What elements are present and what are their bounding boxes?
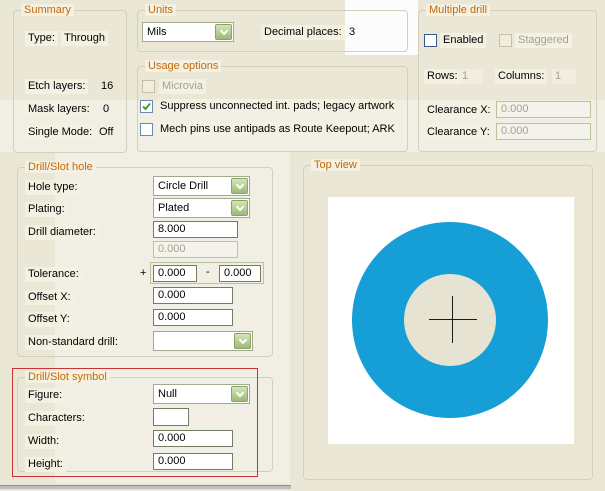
units-group-title: Units: [145, 4, 177, 16]
tolerance-minus-sign: -: [206, 266, 210, 278]
symbol-height-field[interactable]: 0.000: [153, 453, 233, 470]
chevron-down-icon: [235, 180, 244, 189]
non-standard-drill-label: Non-standard drill:: [25, 335, 121, 350]
symbol-width-field[interactable]: 0.000: [153, 430, 233, 447]
single-mode-value: Off: [99, 126, 114, 138]
hole-type-label: Hole type:: [25, 180, 81, 195]
figure-value: Null: [158, 388, 177, 400]
hole-type-dropdown[interactable]: Circle Drill: [153, 176, 250, 196]
columns-value[interactable]: 1: [552, 69, 576, 84]
hole-type-value: Circle Drill: [158, 180, 209, 192]
characters-label: Characters:: [25, 411, 88, 426]
microvia-checkbox[interactable]: [142, 80, 155, 93]
plating-dropdown[interactable]: Plated: [153, 198, 250, 218]
characters-field[interactable]: [153, 408, 189, 426]
crosshair-horizontal-line: [429, 319, 477, 320]
mask-layers-value: 0: [103, 103, 110, 115]
tolerance-plus-field[interactable]: 0.000: [153, 265, 197, 282]
rows-value[interactable]: 1: [459, 69, 483, 84]
suppress-unconnected-label: Suppress unconnected int. pads; legacy a…: [157, 99, 398, 114]
summary-group-title: Summary: [21, 4, 75, 16]
offset-y-field[interactable]: 0.000: [153, 309, 233, 326]
chevron-down-icon: [238, 335, 247, 344]
symbol-width-label: Width:: [25, 434, 63, 449]
type-label: Type:: [25, 31, 58, 46]
clearance-y-field[interactable]: 0.000: [496, 123, 591, 140]
figure-dropdown-button[interactable]: [231, 386, 248, 402]
offset-y-label: Offset Y:: [25, 312, 73, 327]
tolerance-label: Tolerance:: [25, 267, 82, 282]
top-view-group-title: Top view: [311, 159, 360, 171]
figure-dropdown[interactable]: Null: [153, 384, 250, 404]
mech-pins-checkbox[interactable]: [140, 123, 153, 136]
multiple-drill-group-title: Multiple drill: [426, 4, 491, 16]
chevron-down-icon: [219, 26, 228, 35]
mask-layers-label: Mask layers:: [25, 102, 93, 117]
multiple-drill-enabled-checkbox[interactable]: [424, 34, 437, 47]
tolerance-minus-field[interactable]: 0.000: [219, 265, 261, 282]
mech-pins-label: Mech pins use antipads as Route Keepout;…: [157, 122, 398, 137]
etch-layers-label: Etch layers:: [25, 79, 89, 94]
offset-x-field[interactable]: 0.000: [153, 287, 233, 304]
offset-x-label: Offset X:: [25, 290, 74, 305]
staggered-checkbox[interactable]: [499, 34, 512, 47]
drill-hole-circle: [404, 274, 496, 366]
figure-label: Figure:: [25, 388, 66, 403]
non-standard-drill-dropdown-button[interactable]: [234, 333, 251, 349]
suppress-unconnected-checkbox[interactable]: [140, 100, 153, 113]
clearance-x-field[interactable]: 0.000: [496, 101, 591, 118]
units-dropdown[interactable]: Mils: [142, 22, 234, 42]
columns-label: Columns:: [495, 69, 548, 84]
staggered-label: Staggered: [515, 33, 572, 48]
checkmark-icon: [142, 102, 151, 111]
drill-slot-hole-group-title: Drill/Slot hole: [25, 161, 96, 173]
padstack-parameters-panel: Summary Type: Through Etch layers: 16 Ma…: [0, 0, 605, 491]
usage-options-group-title: Usage options: [145, 60, 222, 72]
symbol-height-label: Height:: [25, 457, 66, 472]
type-value: Through: [61, 31, 108, 46]
hole-type-dropdown-button[interactable]: [231, 178, 248, 194]
clearance-x-label: Clearance X:: [424, 103, 494, 118]
bottom-panel-edge: [0, 485, 291, 489]
clearance-y-label: Clearance Y:: [424, 125, 493, 140]
chevron-down-icon: [235, 388, 244, 397]
etch-layers-value: 16: [101, 80, 114, 92]
drill-diameter-label: Drill diameter:: [25, 225, 99, 240]
drill-slot-symbol-group-title: Drill/Slot symbol: [25, 371, 110, 383]
tolerance-plus-sign: +: [140, 267, 147, 279]
decimal-places-value: 3: [349, 26, 356, 38]
rows-label: Rows:: [424, 69, 461, 84]
plating-label: Plating:: [25, 202, 68, 217]
plating-dropdown-button[interactable]: [231, 200, 248, 216]
units-dropdown-value: Mils: [147, 26, 167, 38]
non-standard-drill-dropdown[interactable]: [153, 331, 253, 351]
chevron-down-icon: [235, 202, 244, 211]
drill-diameter-field[interactable]: 8.000: [153, 221, 238, 238]
slot-length-field[interactable]: 0.000: [153, 241, 238, 258]
decimal-places-label: Decimal places:: [261, 25, 345, 40]
microvia-label: Microvia: [159, 79, 206, 94]
single-mode-label: Single Mode:: [25, 125, 96, 140]
plating-value: Plated: [158, 202, 190, 214]
units-dropdown-button[interactable]: [215, 24, 232, 40]
multiple-drill-enabled-label: Enabled: [440, 33, 487, 48]
